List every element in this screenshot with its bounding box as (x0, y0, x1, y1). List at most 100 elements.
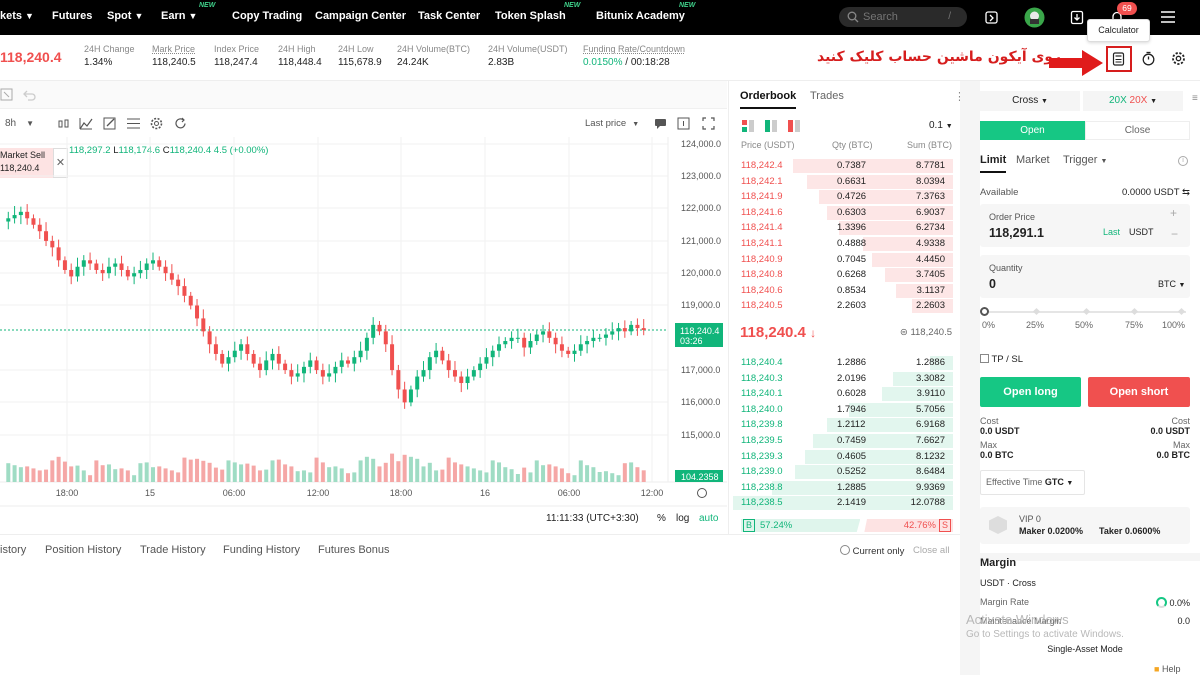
order-type-limit[interactable]: Limit (980, 154, 1007, 173)
draw-icon[interactable] (103, 117, 117, 130)
tab-position-history[interactable]: Position History (45, 544, 121, 556)
menu-icon[interactable] (1161, 11, 1175, 23)
candle (616, 328, 621, 332)
tab-order-history[interactable]: istory (0, 544, 26, 556)
more-icon[interactable]: ≡ (1192, 93, 1198, 104)
precision-select[interactable]: 0.1 ▼ (929, 120, 953, 131)
last-price-button[interactable]: Last (1103, 227, 1120, 237)
bid-row[interactable]: 118,240.0 1.7946 5.7056 (733, 402, 953, 417)
layout-icon[interactable] (0, 88, 14, 102)
ask-row[interactable]: 118,241.4 1.3396 6.2734 (733, 220, 953, 236)
candle (364, 337, 369, 351)
transfer-icon[interactable]: ⇆ (1182, 187, 1190, 198)
search-input[interactable] (863, 9, 943, 25)
help-button[interactable]: ■ Help (1154, 664, 1180, 674)
nav-item-spot[interactable]: Spot ▼ (107, 10, 143, 22)
ask-row[interactable]: 118,241.9 0.4726 7.3763 (733, 189, 953, 205)
nav-item-task-center[interactable]: Task Center (418, 10, 480, 22)
ask-row[interactable]: 118,241.1 0.4888 4.9338 (733, 236, 953, 251)
info-icon[interactable]: i (1178, 156, 1188, 166)
bid-row[interactable]: 118,239.8 1.2112 6.9168 (733, 417, 953, 433)
bid-row[interactable]: 118,239.0 0.5252 8.6484 (733, 464, 953, 480)
leverage-select[interactable]: 20X 20X ▼ (1083, 91, 1183, 111)
log-scale-button[interactable]: log (676, 513, 689, 524)
ask-row[interactable]: 118,242.4 0.7387 8.7781 (733, 158, 953, 173)
bid-row[interactable]: 118,239.3 0.4605 8.1232 (733, 449, 953, 464)
price-tick-label: 115,000.0 (681, 430, 720, 440)
calculator-icon[interactable] (1112, 52, 1125, 66)
search-box[interactable]: / (839, 7, 967, 27)
chart-time-settings-icon[interactable] (697, 488, 707, 498)
bid-row[interactable]: 118,238.8 1.2885 9.9369 (733, 480, 953, 495)
list-icon[interactable] (127, 118, 140, 129)
max-short: 0.0 BTC (1156, 450, 1190, 460)
effective-time-select[interactable]: Effective Time GTC ▼ (980, 470, 1085, 495)
percent-scale-button[interactable]: % (657, 513, 666, 524)
book-both-icon[interactable] (742, 120, 754, 132)
nav-item-token-splash[interactable]: Token Splash (495, 10, 566, 22)
nav-item-academy[interactable]: Bitunix Academy (596, 10, 685, 22)
ask-row[interactable]: 118,241.6 0.6303 6.9037 (733, 205, 953, 220)
chart-settings-icon[interactable] (150, 117, 163, 130)
ask-row[interactable]: 118,240.6 0.8534 3.1137 (733, 283, 953, 298)
order-type-market[interactable]: Market (1016, 154, 1050, 166)
tab-trade-history[interactable]: Trade History (140, 544, 206, 556)
candle (62, 260, 67, 270)
tab-orderbook[interactable]: Orderbook (740, 90, 797, 109)
nav-item-earn[interactable]: Earn ▼ (161, 10, 197, 22)
interval-select[interactable]: 8h ▼ (5, 118, 34, 129)
bid-row[interactable]: 118,240.4 1.2886 1.2886 (733, 355, 953, 370)
bid-row[interactable]: 118,239.5 0.7459 7.6627 (733, 433, 953, 448)
book-bids-icon[interactable] (765, 120, 777, 132)
refresh-icon[interactable] (174, 117, 187, 130)
qty-unit-select[interactable]: BTC ▼ (1158, 279, 1185, 289)
download-app-icon[interactable] (984, 10, 999, 25)
bid-row[interactable]: 118,240.1 0.6028 3.9110 (733, 386, 953, 402)
fullscreen-icon[interactable] (702, 117, 715, 130)
price-mode-select[interactable]: Last price ▼ (585, 118, 639, 129)
nav-item-copy-trading[interactable]: Copy Trading (232, 10, 302, 22)
price-cell: 118,239.0 (741, 466, 783, 478)
tpsl-checkbox[interactable]: TP / SL (980, 354, 1023, 365)
window-icon[interactable] (677, 117, 690, 130)
current-only-toggle[interactable]: Current only (840, 545, 904, 557)
increment-icon[interactable]: + (1170, 206, 1177, 220)
deposit-icon[interactable] (1070, 10, 1084, 25)
nav-item-campaign-center[interactable]: Campaign Center (315, 10, 406, 22)
ask-row[interactable]: 118,240.8 0.6268 3.7405 (733, 267, 953, 283)
ask-row[interactable]: 118,242.1 0.6631 8.0394 (733, 174, 953, 189)
candle (572, 350, 577, 354)
tab-funding-history[interactable]: Funding History (223, 544, 300, 556)
settings-gear-icon[interactable] (1171, 51, 1186, 66)
book-asks-icon[interactable] (788, 120, 800, 132)
nav-item-futures[interactable]: Futures (52, 10, 92, 22)
ask-row[interactable]: 118,240.9 0.7045 4.4450 (733, 252, 953, 267)
undo-icon[interactable] (22, 88, 36, 102)
close-all-button[interactable]: Close all (913, 545, 949, 556)
tab-futures-bonus[interactable]: Futures Bonus (318, 544, 390, 556)
open-short-button[interactable]: Open short (1088, 377, 1190, 407)
candlestick-chart[interactable]: 124,000.0 123,000.0 122,000.0 121,000.0 … (0, 137, 727, 534)
slider-handle[interactable] (980, 307, 989, 316)
orderbook-last-price: 118,240.4 ↓ (740, 324, 816, 341)
quantity-field[interactable]: Quantity 0 BTC ▼ (980, 255, 1190, 298)
indicators-icon[interactable] (79, 117, 93, 130)
nav-item-markets[interactable]: kets ▼ (0, 10, 34, 22)
tab-trades[interactable]: Trades (810, 90, 844, 102)
timer-icon[interactable] (1141, 51, 1156, 66)
bid-row[interactable]: 118,240.3 2.0196 3.3082 (733, 371, 953, 386)
ask-row[interactable]: 118,240.5 2.2603 2.2603 (733, 298, 953, 314)
order-type-trigger[interactable]: Trigger ▼ (1063, 154, 1107, 166)
auto-scale-button[interactable]: auto (699, 513, 719, 524)
margin-mode-select[interactable]: Cross ▼ (980, 91, 1080, 111)
open-long-button[interactable]: Open long (980, 377, 1081, 407)
close-tab[interactable]: Close (1085, 121, 1190, 140)
avatar[interactable] (1024, 7, 1045, 28)
single-asset-mode-button[interactable]: Single-Asset Mode (980, 638, 1190, 660)
order-price-field[interactable]: Order Price 118,291.1 Last USDT + − (980, 204, 1190, 247)
candles-type-icon[interactable] (57, 118, 70, 130)
bid-row[interactable]: 118,238.5 2.1419 12.0788 (733, 495, 953, 511)
decrement-icon[interactable]: − (1171, 227, 1178, 241)
open-tab[interactable]: Open (980, 121, 1085, 140)
comment-icon[interactable] (654, 118, 667, 129)
